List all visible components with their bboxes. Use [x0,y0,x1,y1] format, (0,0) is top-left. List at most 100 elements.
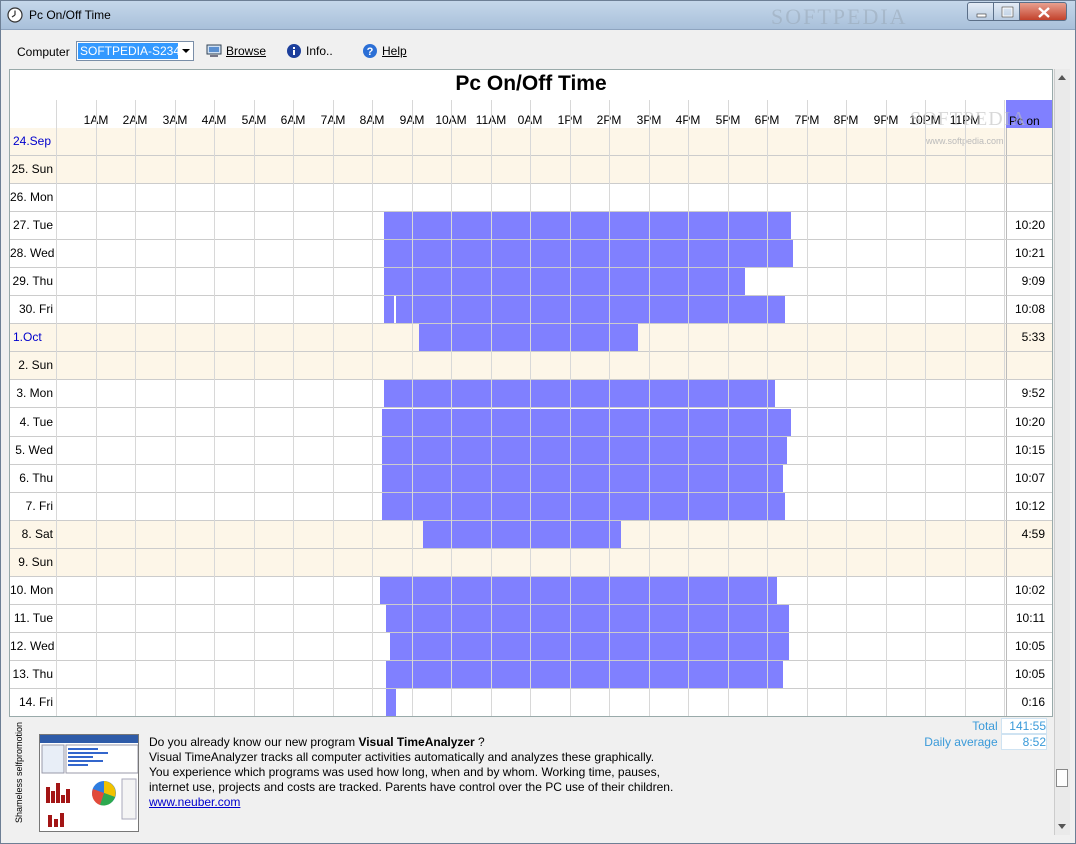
info-button[interactable]: Info.. [286,42,333,60]
day-row: 13. Thu 10:05 [10,661,1052,689]
pc-on-duration [1006,184,1052,211]
grid-line [609,100,610,716]
grid-line [886,100,887,716]
grid-line [846,100,847,716]
pc-on-duration: 10:20 [1006,212,1052,239]
day-row: 27. Tue 10:20 [10,212,1052,240]
window-title: Pc On/Off Time [29,8,111,22]
day-label: 11. Tue [13,611,53,625]
promo-line-1-prefix: Do you already know our new program [149,735,359,749]
pc-on-duration: 10:05 [1006,661,1052,688]
grid-line [688,100,689,716]
day-label: 28. Wed [10,246,55,260]
pc-on-duration: 10:21 [1006,240,1052,267]
day-row: 11. Tue 10:11 [10,605,1052,633]
chevron-down-icon[interactable] [182,49,190,53]
grid-line [254,100,255,716]
on-time-bar [386,689,396,716]
pc-on-duration [1006,549,1052,576]
day-row: 12. Wed 10:05 [10,633,1052,661]
scroll-up-icon[interactable] [1058,75,1066,80]
computer-select[interactable]: SOFTPEDIA-S234 [76,41,194,61]
grid-line [530,100,531,716]
day-label: 1.Oct [13,330,42,344]
grid-line [412,100,413,716]
day-row: 5. Wed 10:15 [10,437,1052,465]
pc-on-duration: 10:12 [1006,493,1052,520]
grid-line [965,100,966,716]
grid-line [1004,100,1005,716]
on-time-bar [386,661,783,688]
daily-average-label: Daily average [924,735,998,749]
pc-on-duration: 9:09 [1006,268,1052,295]
clock-icon [7,7,23,23]
day-row: 24.Sep [10,128,1052,156]
grid-line [293,100,294,716]
vertical-scrollbar[interactable] [1054,69,1070,835]
on-time-bar [390,633,789,660]
promo-line-2: Visual TimeAnalyzer tracks all computer … [149,750,655,764]
day-row: 9. Sun [10,549,1052,577]
day-label: 6. Thu [19,471,53,485]
grid-line [214,100,215,716]
grid-line [767,100,768,716]
day-label: 4. Tue [19,415,53,429]
pc-on-duration: 5:33 [1006,324,1052,351]
browse-button[interactable]: Browse [206,42,266,60]
daily-average-value: 8:52 [1001,734,1047,750]
chart-title: Pc On/Off Time [455,72,607,95]
day-label: 13. Thu [12,667,53,681]
day-row: 6. Thu 10:07 [10,465,1052,493]
title-bar[interactable]: Pc On/Off Time SOFTPEDIA [1,1,1075,30]
maximize-button[interactable] [993,2,1020,21]
on-time-bar [441,437,787,464]
pc-on-duration [1006,128,1052,155]
grid-line [570,100,571,716]
grid-line [451,100,452,716]
pc-on-duration: 10:05 [1006,633,1052,660]
promo-line-3: You experience which programs was used h… [149,765,660,779]
on-time-bar [380,577,777,604]
day-label: 10. Mon [10,583,54,597]
on-time-bar [423,521,621,548]
chart-watermark: SOFTPEDIA [910,108,1027,130]
toolbar: Computer SOFTPEDIA-S234 Browse Info.. ? … [9,36,1067,66]
promo-line-1: Do you already know our new program Visu… [149,735,673,750]
day-label: 29. Thu [12,274,53,288]
day-label: 5. Wed [15,443,53,457]
total-value: 141:55 [1001,718,1047,734]
computer-select-value: SOFTPEDIA-S234 [78,43,178,59]
pc-on-duration: 10:08 [1006,296,1052,323]
day-row: 30. Fri 10:08 [10,296,1052,324]
totals-panel: Total 141:55 Daily average 8:52 [924,718,1047,750]
total-label: Total [972,719,998,733]
hour-header-row: 1AM2AM3AM4AM5AM6AM7AM8AM9AM10AM11AM0AM1P… [10,100,1052,128]
day-row: 4. Tue 10:20 [10,409,1052,437]
promo-screenshot-image [40,735,138,827]
on-time-bar [384,212,791,239]
day-row: 26. Mon [10,184,1052,212]
promo-line-4: internet use, projects and costs are tra… [149,780,674,794]
scroll-down-icon[interactable] [1058,824,1066,829]
day-row: 8. Sat 4:59 [10,521,1052,549]
minimize-button[interactable] [967,2,994,21]
day-row: 2. Sun [10,352,1052,380]
pc-on-duration: 10:07 [1006,465,1052,492]
close-button[interactable] [1019,2,1067,21]
scroll-thumb[interactable] [1056,769,1068,787]
computer-icon [206,44,222,57]
help-button[interactable]: ? Help [362,42,407,60]
promo-link[interactable]: www.neuber.com [149,795,240,809]
pc-on-duration: 10:15 [1006,437,1052,464]
help-label: Help [382,44,407,58]
minimize-icon [976,13,987,18]
grid-line [491,100,492,716]
promo-text: Do you already know our new program Visu… [149,735,673,810]
info-label: Info.. [306,44,333,58]
day-label: 2. Sun [18,358,53,372]
grid-line [135,100,136,716]
grid-line [649,100,650,716]
promo-screenshot-thumbnail[interactable] [39,734,139,832]
maximize-icon [1001,6,1014,18]
onoff-chart: Pc On/Off Time Pc on 1AM2AM3AM4AM5AM6AM7… [9,69,1053,717]
